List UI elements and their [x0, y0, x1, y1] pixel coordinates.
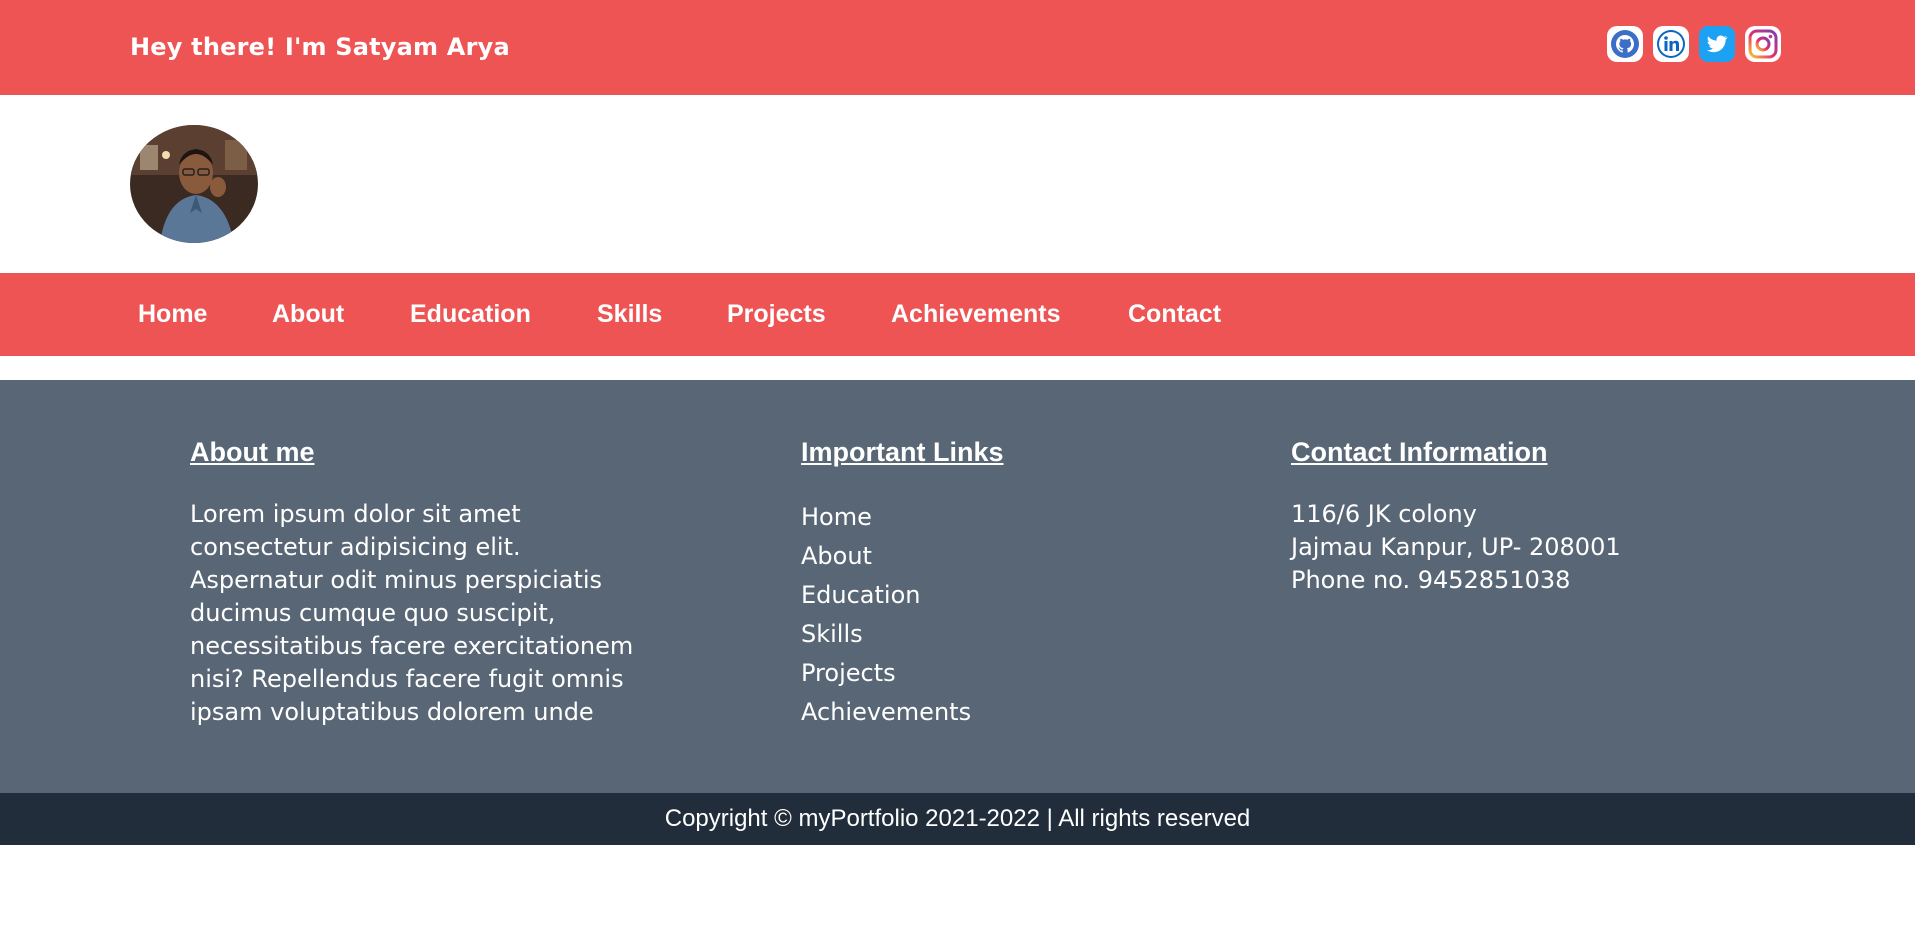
social-links — [1607, 26, 1781, 62]
nav-projects[interactable]: Projects — [727, 300, 826, 329]
copyright-text: Copyright © myPortfolio 2021-2022 | All … — [664, 805, 1251, 832]
nav-home[interactable]: Home — [138, 300, 207, 329]
footer-link-projects[interactable]: Projects — [801, 654, 971, 693]
greeting-text: Hey there! I'm Satyam Arya — [130, 33, 510, 61]
footer-link-about[interactable]: About — [801, 537, 971, 576]
top-bar: Hey there! I'm Satyam Arya — [0, 0, 1915, 95]
about-line: necessitatibus facere exercitationem — [190, 632, 634, 660]
nav-contact[interactable]: Contact — [1128, 300, 1221, 329]
instagram-link[interactable] — [1745, 26, 1781, 62]
nav-achievements[interactable]: Achievements — [891, 300, 1061, 329]
about-line: ipsam voluptatibus dolorem unde — [190, 698, 594, 726]
about-title: About me — [190, 437, 315, 467]
instagram-icon — [1747, 28, 1779, 60]
footer: About me Lorem ipsum dolor sit amet cons… — [0, 380, 1915, 793]
footer-link-achievements[interactable]: Achievements — [801, 693, 971, 732]
github-link[interactable] — [1607, 26, 1643, 62]
footer-link-home[interactable]: Home — [801, 498, 971, 537]
contact-city-line: Jajmau Kanpur, UP- 208001 — [1291, 533, 1621, 561]
about-line: Lorem ipsum dolor sit amet — [190, 500, 521, 528]
profile-photo — [130, 125, 258, 243]
contact-address-line: 116/6 JK colony — [1291, 500, 1477, 528]
footer-link-skills[interactable]: Skills — [801, 615, 971, 654]
about-text: Lorem ipsum dolor sit amet consectetur a… — [190, 498, 633, 729]
about-line: nisi? Repellendus facere fugit omnis — [190, 665, 624, 693]
important-links: Home About Education Skills Projects Ach… — [801, 498, 971, 732]
contact-phone: Phone no. 9452851038 — [1291, 566, 1571, 594]
github-icon — [1611, 30, 1639, 58]
twitter-link[interactable] — [1699, 26, 1735, 62]
about-line: ducimus cumque quo suscipit, — [190, 599, 556, 627]
avatar-band — [0, 95, 1915, 273]
nav-skills[interactable]: Skills — [597, 300, 662, 329]
avatar — [130, 125, 258, 243]
copyright-bar: Copyright © myPortfolio 2021-2022 | All … — [0, 793, 1915, 845]
nav-about[interactable]: About — [272, 300, 344, 329]
footer-link-education[interactable]: Education — [801, 576, 971, 615]
contact-title: Contact Information — [1291, 437, 1548, 467]
main-nav: Home About Education Skills Projects Ach… — [0, 273, 1915, 356]
twitter-icon — [1699, 26, 1735, 62]
contact-info: 116/6 JK colony Jajmau Kanpur, UP- 20800… — [1291, 498, 1621, 597]
about-line: consectetur adipisicing elit. — [190, 533, 521, 561]
linkedin-link[interactable] — [1653, 26, 1689, 62]
links-title: Important Links — [801, 437, 1004, 467]
nav-education[interactable]: Education — [410, 300, 531, 329]
about-line: Aspernatur odit minus perspiciatis — [190, 566, 603, 594]
linkedin-icon — [1657, 30, 1685, 58]
